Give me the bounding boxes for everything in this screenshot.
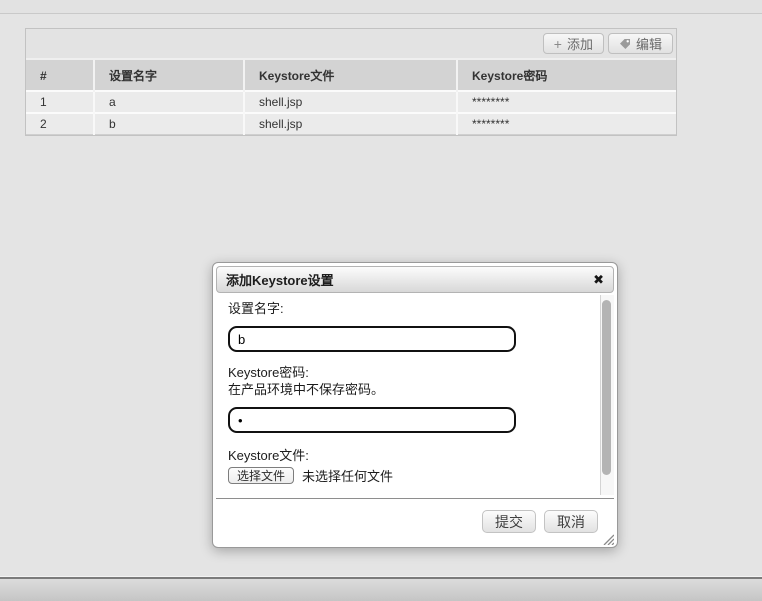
edit-button-label: 编辑 bbox=[635, 37, 662, 52]
col-header-index: # bbox=[26, 58, 94, 91]
dialog-titlebar[interactable]: 添加Keystore设置 ✖ bbox=[216, 266, 614, 293]
cell-password: ******** bbox=[456, 90, 676, 114]
keystore-table: # 设置名字 Keystore文件 Keystore密码 1 a shell.j… bbox=[26, 58, 676, 135]
keystore-password-label: Keystore密码: bbox=[228, 365, 309, 380]
keystore-password-input[interactable] bbox=[228, 407, 516, 433]
cancel-button[interactable]: 取消 bbox=[544, 510, 598, 533]
dialog-content: 设置名字: Keystore密码: 在产品环境中不保存密码。 Keystore文… bbox=[216, 295, 614, 497]
password-note: 在产品环境中不保存密码。 bbox=[228, 382, 385, 397]
add-button[interactable]: + 添加 bbox=[542, 33, 604, 54]
resize-grip-icon[interactable] bbox=[602, 532, 615, 546]
add-button-label: 添加 bbox=[566, 37, 593, 52]
cell-name: a bbox=[93, 90, 244, 114]
bottom-edge-bar bbox=[0, 576, 762, 601]
col-header-password: Keystore密码 bbox=[456, 58, 676, 91]
cell-index: 1 bbox=[26, 90, 94, 114]
table-header-row: # 设置名字 Keystore文件 Keystore密码 bbox=[26, 58, 676, 91]
top-strip bbox=[0, 0, 762, 14]
panel-toolbar: + 添加 编辑 bbox=[26, 29, 676, 58]
dialog-title: 添加Keystore设置 bbox=[226, 273, 334, 288]
keystore-settings-panel: + 添加 编辑 # 设置名字 Keystore文件 Keystore密码 1 a… bbox=[25, 28, 677, 136]
table-row[interactable]: 2 b shell.jsp ******** bbox=[26, 112, 676, 135]
dialog-scrollbar-thumb[interactable] bbox=[602, 300, 611, 475]
add-keystore-dialog: 添加Keystore设置 ✖ 设置名字: Keystore密码: 在产品环境中不… bbox=[212, 262, 618, 548]
col-header-name: 设置名字 bbox=[93, 58, 244, 91]
cell-index: 2 bbox=[26, 112, 94, 135]
choose-file-button[interactable]: 选择文件 bbox=[228, 467, 295, 484]
dialog-scrollbar-track[interactable] bbox=[600, 295, 614, 495]
cell-file: shell.jsp bbox=[243, 90, 457, 114]
plus-icon: + bbox=[553, 35, 562, 52]
cell-file: shell.jsp bbox=[243, 112, 457, 135]
no-file-selected-text: 未选择任何文件 bbox=[302, 469, 394, 484]
table-row[interactable]: 1 a shell.jsp ******** bbox=[26, 90, 676, 114]
setting-name-input[interactable] bbox=[228, 326, 516, 352]
tag-icon bbox=[619, 38, 631, 50]
edit-button[interactable]: 编辑 bbox=[607, 33, 673, 54]
dialog-footer: 提交 取消 bbox=[216, 498, 614, 544]
submit-button[interactable]: 提交 bbox=[482, 510, 536, 533]
cell-name: b bbox=[93, 112, 244, 135]
setting-name-label: 设置名字: bbox=[228, 301, 284, 316]
close-icon[interactable]: ✖ bbox=[593, 273, 604, 286]
cell-password: ******** bbox=[456, 112, 676, 135]
file-picker-row: 选择文件 未选择任何文件 bbox=[228, 466, 602, 485]
dialog-form: 设置名字: Keystore密码: 在产品环境中不保存密码。 Keystore文… bbox=[216, 295, 614, 485]
col-header-file: Keystore文件 bbox=[243, 58, 457, 91]
keystore-file-label: Keystore文件: bbox=[228, 448, 309, 463]
